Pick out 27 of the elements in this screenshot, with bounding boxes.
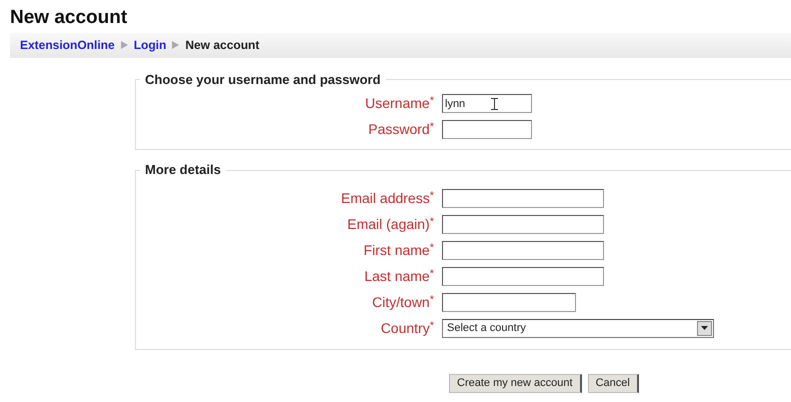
breadcrumb-link[interactable]: Login	[134, 36, 166, 54]
create-account-button[interactable]: Create my new account	[449, 374, 582, 393]
field-label: City/town*	[371, 292, 435, 312]
input-field[interactable]: lynn	[442, 94, 532, 114]
field-label: First name*	[362, 240, 435, 260]
section-legend: Choose your username and password	[140, 70, 386, 90]
input-field[interactable]	[442, 240, 604, 260]
field-label: Country*	[380, 318, 435, 338]
field-label: Last name*	[363, 266, 435, 286]
country-select[interactable]: Select a country	[442, 318, 714, 338]
input-field[interactable]	[442, 214, 604, 234]
input-field[interactable]	[442, 266, 604, 286]
separator-arrow-icon	[120, 41, 128, 50]
field-label: Password*	[367, 120, 435, 140]
field-label: Email (again)*	[346, 214, 435, 234]
section-legend: More details	[140, 160, 226, 180]
page-title: New account	[10, 6, 128, 30]
cancel-button[interactable]: Cancel	[588, 374, 639, 393]
input-field[interactable]	[442, 292, 576, 312]
field-label: Username*	[364, 94, 435, 114]
breadcrumb-current: New account	[185, 37, 260, 54]
input-field[interactable]	[442, 188, 604, 208]
separator-arrow-icon	[172, 41, 180, 50]
field-label: Email address*	[340, 188, 435, 208]
breadcrumb-link[interactable]: ExtensionOnline	[20, 36, 115, 54]
text-cursor-icon	[491, 98, 498, 110]
input-field[interactable]	[442, 120, 532, 140]
